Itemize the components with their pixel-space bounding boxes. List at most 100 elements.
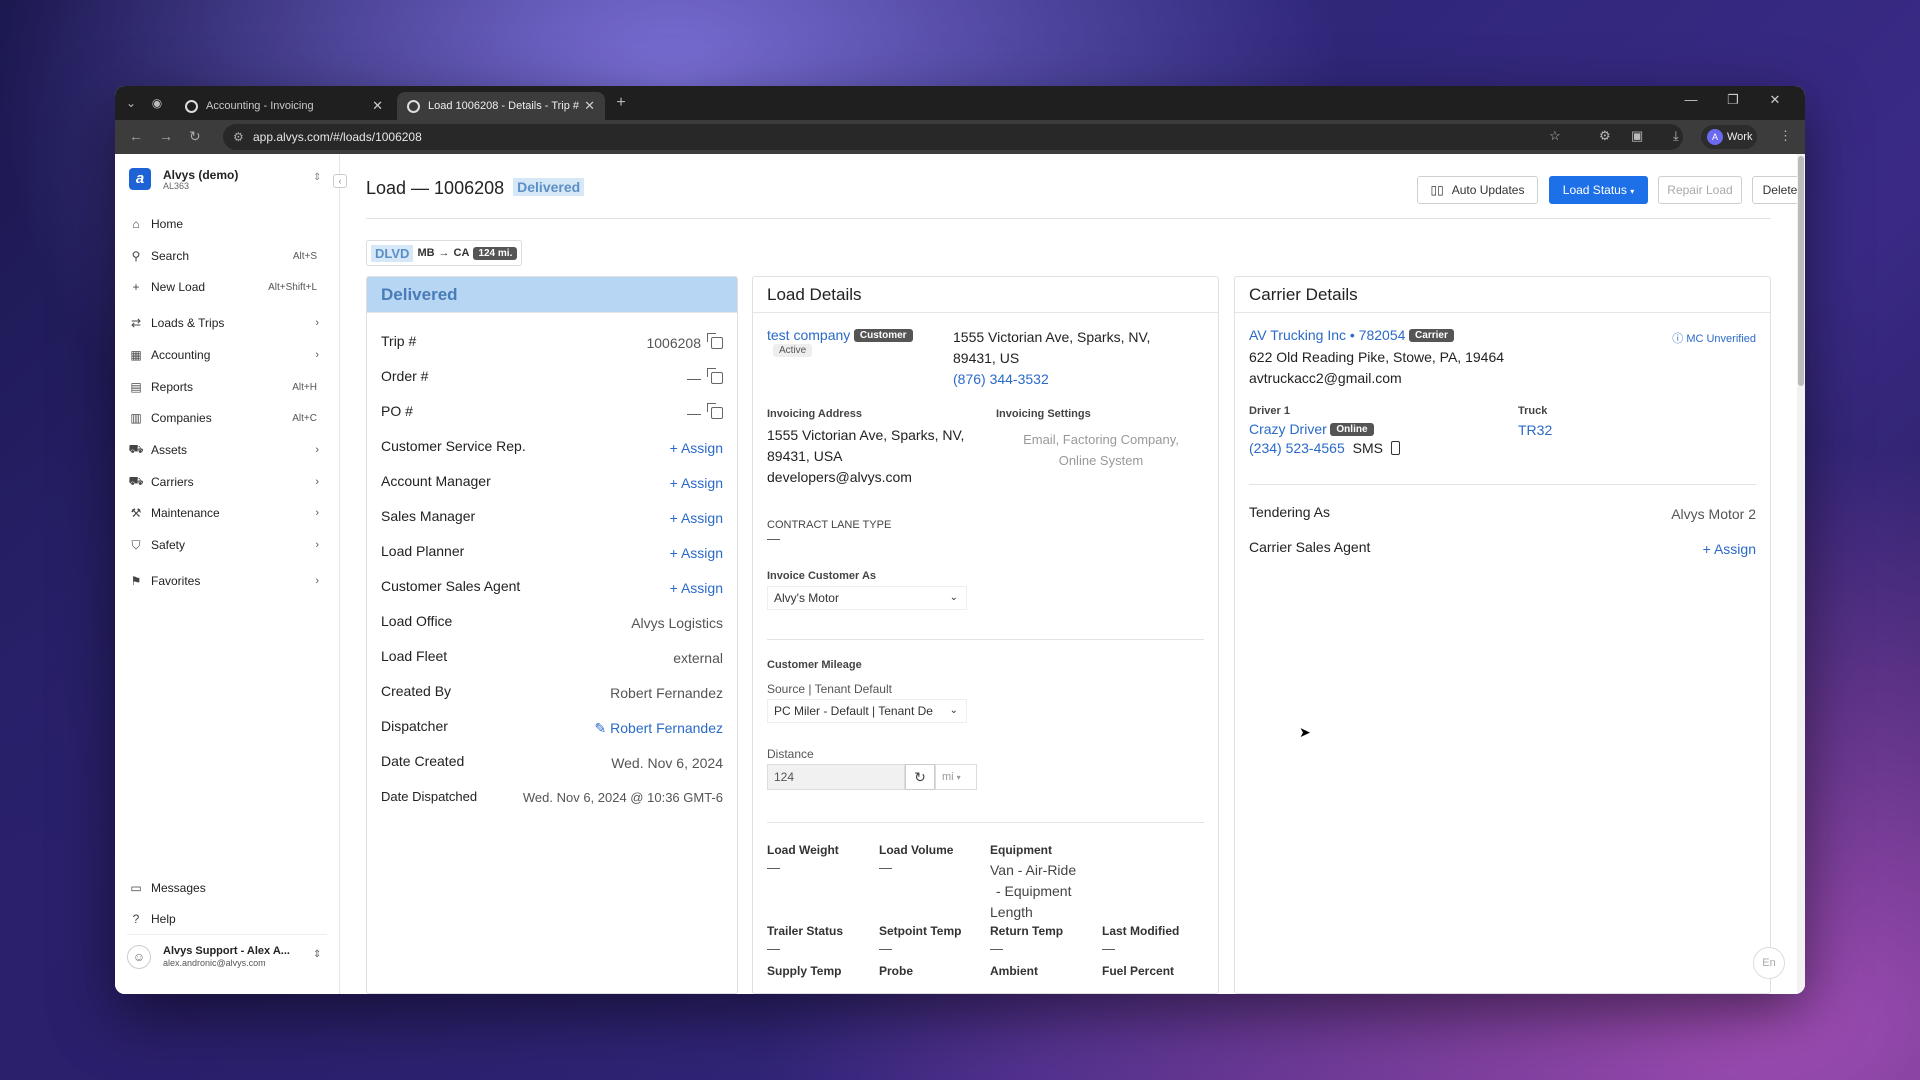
refresh-icon[interactable]: ↻: [905, 764, 935, 790]
sidebar-item-accounting[interactable]: ▦ Accounting ›: [127, 343, 327, 367]
sidebar-item-safety[interactable]: ⛉ Safety ›: [127, 533, 327, 557]
assign-load-planner-button[interactable]: + Assign: [670, 545, 723, 561]
record-icon[interactable]: ◉: [147, 93, 167, 113]
contract-lane-value: —: [767, 531, 780, 546]
field-value: —: [687, 403, 723, 421]
assign-csr-button[interactable]: + Assign: [670, 440, 723, 456]
shortcut-label: Alt+H: [292, 381, 317, 393]
copy-icon[interactable]: [707, 333, 723, 349]
date-created-row: Date Created Wed. Nov 6, 2024: [381, 753, 723, 775]
profile-button[interactable]: Work: [1701, 125, 1757, 149]
setpoint-temp-label: Setpoint Temp: [879, 924, 962, 938]
unit-value: mi: [942, 771, 954, 783]
copy-icon[interactable]: [707, 403, 723, 419]
edit-dispatcher-button[interactable]: ✎ Robert Fernandez: [595, 720, 723, 737]
invoicing-email: developers@alvys.com: [767, 469, 912, 485]
back-icon[interactable]: ←: [129, 128, 143, 144]
assign-label: Assign: [680, 440, 723, 456]
customer-block: test company Customer Active: [767, 327, 913, 358]
extension-icon[interactable]: ⚙: [1599, 128, 1611, 144]
download-icon[interactable]: ⤓: [1673, 128, 1679, 144]
repair-load-button[interactable]: Repair Load: [1658, 176, 1742, 204]
distance-unit-select[interactable]: mi ▾: [935, 764, 977, 790]
assign-carrier-sales-agent-button[interactable]: + Assign: [1703, 541, 1756, 557]
chevron-right-icon: ›: [315, 444, 319, 456]
scrollbar[interactable]: [1797, 154, 1805, 994]
sidebar-item-label: Messages: [151, 881, 206, 895]
minimize-icon[interactable]: —: [1673, 92, 1709, 107]
assign-sales-manager-button[interactable]: + Assign: [670, 510, 723, 526]
forward-icon[interactable]: →: [159, 128, 173, 144]
url-input[interactable]: ⚙ app.alvys.com/#/loads/1006208: [223, 124, 1683, 150]
restore-icon[interactable]: ❐: [1715, 92, 1751, 108]
mileage-source-select[interactable]: PC Miler - Default | Tenant De ⌄: [767, 699, 967, 723]
dispatcher-name: Robert Fernandez: [610, 720, 723, 736]
last-modified-label: Last Modified: [1102, 924, 1180, 938]
sidebar-item-loads-trips[interactable]: ⇄ Loads & Trips ›: [127, 311, 327, 335]
load-status-label: Load Status: [1562, 183, 1627, 197]
sidebar-item-reports[interactable]: ▤ Reports Alt+H: [127, 375, 327, 399]
fuel-percent-label: Fuel Percent: [1102, 964, 1175, 978]
sidebar-item-carriers[interactable]: ⛟ Carriers ›: [127, 470, 327, 494]
tab-load-details[interactable]: Load 1006208 - Details - Trip # ✕: [397, 92, 605, 120]
phone-icon[interactable]: [1390, 441, 1400, 455]
copy-icon[interactable]: [707, 368, 723, 384]
sidebar-item-home[interactable]: ⌂ Home: [127, 212, 327, 236]
chevron-right-icon: ›: [315, 476, 319, 488]
field-value: Alvys Motor 2: [1671, 506, 1756, 522]
sidebar-item-messages[interactable]: ▭ Messages: [127, 876, 327, 900]
route-to: CA: [453, 247, 470, 259]
language-button[interactable]: En: [1753, 947, 1785, 979]
driver-link[interactable]: Crazy Driver: [1249, 421, 1327, 437]
sidebar-item-search[interactable]: ⚲ Search Alt+S: [127, 244, 327, 268]
driver-phone[interactable]: (234) 523-4565: [1249, 440, 1345, 456]
tab-accounting[interactable]: Accounting - Invoicing ✕: [175, 92, 393, 120]
customer-phone[interactable]: (876) 344-3532: [953, 369, 1150, 390]
assign-account-manager-button[interactable]: + Assign: [670, 475, 723, 491]
building-icon: ▥: [130, 411, 142, 425]
distance-input[interactable]: 124: [767, 764, 905, 790]
field-value: Wed. Nov 6, 2024: [611, 755, 723, 771]
assign-label: Assign: [680, 545, 723, 561]
org-switcher[interactable]: a Alvys (demo) AL363 ⇕: [129, 168, 329, 198]
sidebar-item-help[interactable]: ? Help: [127, 907, 327, 931]
carrier-link[interactable]: AV Trucking Inc • 782054: [1249, 327, 1405, 343]
close-icon[interactable]: ✕: [372, 98, 383, 114]
select-value: Alvy's Motor: [774, 591, 839, 605]
load-status-button[interactable]: Load Status ▾: [1549, 176, 1648, 204]
close-icon[interactable]: ✕: [584, 98, 595, 114]
user-menu[interactable]: ☺ Alvys Support - Alex A... alex.androni…: [127, 934, 327, 969]
tab-search-icon[interactable]: ⌄: [121, 93, 141, 113]
route-miles: 124 mi.: [473, 246, 518, 260]
bookmark-star-icon[interactable]: ☆: [1549, 128, 1561, 144]
sidebar-item-assets[interactable]: ⛟ Assets ›: [127, 438, 327, 462]
customer-link[interactable]: test company: [767, 327, 850, 343]
field-value: Wed. Nov 6, 2024 @ 10:36 GMT-6: [522, 790, 723, 805]
close-window-icon[interactable]: ✕: [1757, 92, 1793, 108]
site-settings-icon[interactable]: ⚙: [233, 124, 244, 150]
header-divider: [366, 218, 1771, 219]
sidebar-item-favorites[interactable]: ⚑ Favorites ›: [127, 569, 327, 593]
mc-status[interactable]: ⓘ MC Unverified: [1672, 330, 1756, 346]
org-code: AL363: [163, 181, 190, 191]
truck-link[interactable]: TR32: [1518, 422, 1552, 438]
reload-icon[interactable]: ↻: [189, 128, 201, 145]
order-number: —: [687, 370, 701, 386]
auto-updates-button[interactable]: ▯▯ Auto Updates: [1417, 176, 1538, 204]
load-volume-value: —: [879, 860, 892, 875]
settings-line: Email, Factoring Company,: [1023, 432, 1179, 447]
date-dispatched-row: Date Dispatched Wed. Nov 6, 2024 @ 10:36 …: [381, 788, 723, 810]
invoice-customer-select[interactable]: Alvy's Motor ⌄: [767, 586, 967, 610]
extensions-puzzle-icon[interactable]: ▣: [1631, 128, 1643, 144]
driver-status-badge: Online: [1330, 423, 1374, 436]
scrollbar-thumb[interactable]: [1798, 156, 1804, 386]
favicon-icon: [185, 99, 198, 113]
chevron-down-icon: ⌄: [949, 705, 958, 716]
sidebar-item-maintenance[interactable]: ⚒ Maintenance ›: [127, 501, 327, 525]
sales-manager-row: Sales Manager + Assign: [381, 508, 723, 530]
new-tab-icon[interactable]: +: [611, 93, 631, 113]
assign-customer-sales-agent-button[interactable]: + Assign: [670, 580, 723, 596]
sidebar-item-new-load[interactable]: + New Load Alt+Shift+L: [127, 275, 327, 299]
sidebar-item-companies[interactable]: ▥ Companies Alt+C: [127, 406, 327, 430]
menu-icon[interactable]: ⋮: [1779, 128, 1792, 144]
